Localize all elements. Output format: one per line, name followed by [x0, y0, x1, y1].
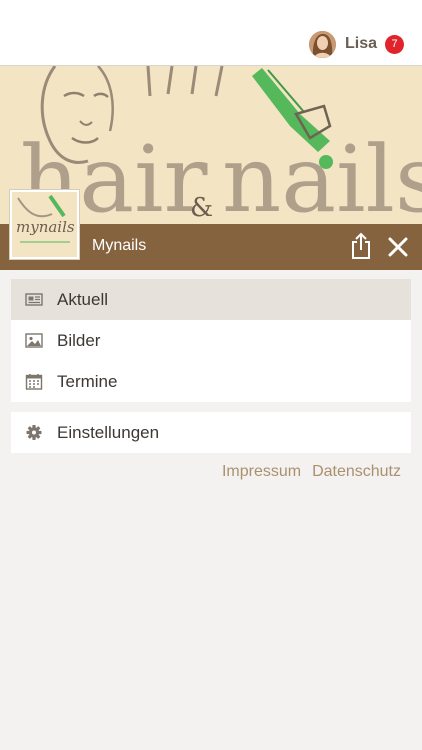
menu-item-termine[interactable]: Termine — [11, 361, 411, 402]
menu-item-label: Termine — [57, 371, 118, 391]
menu-item-aktuell[interactable]: Aktuell — [11, 279, 411, 320]
close-icon — [388, 237, 408, 257]
gear-icon — [26, 425, 42, 440]
footer-links: Impressum Datenschutz — [222, 463, 401, 481]
avatar — [308, 30, 336, 58]
share-button[interactable] — [348, 232, 374, 260]
main-menu: Aktuell Bilder Termine — [11, 279, 411, 402]
logo-lettering: mynails — [16, 218, 75, 236]
page-title: Mynails — [92, 237, 147, 254]
impressum-link[interactable]: Impressum — [222, 463, 301, 481]
calendar-icon — [25, 374, 43, 390]
image-icon — [25, 333, 43, 348]
menu-item-einstellungen[interactable]: Einstellungen — [11, 412, 411, 453]
notification-badge[interactable]: 7 — [385, 34, 404, 54]
menu-item-label: Aktuell — [57, 289, 109, 309]
svg-text:&: & — [190, 193, 213, 223]
settings-menu: Einstellungen — [11, 412, 411, 453]
share-icon — [352, 232, 370, 259]
newspaper-icon — [25, 293, 43, 306]
user-profile-button[interactable]: Lisa 7 — [308, 29, 404, 59]
menu-item-label: Einstellungen — [57, 422, 160, 442]
datenschutz-link[interactable]: Datenschutz — [312, 463, 401, 481]
app-logo: mynails — [10, 190, 79, 259]
menu-item-bilder[interactable]: Bilder — [11, 320, 411, 361]
menu-item-label: Bilder — [57, 330, 101, 350]
close-button[interactable] — [387, 236, 409, 258]
user-name: Lisa — [344, 35, 377, 52]
top-bar: Lisa 7 — [0, 0, 422, 66]
svg-text:nails: nails — [222, 126, 422, 224]
